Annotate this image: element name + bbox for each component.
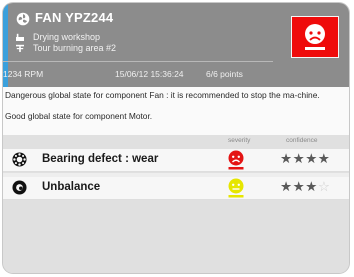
defect-row[interactable]: Unbalance ★★★☆ [3, 177, 349, 200]
motor-state-message: Good global state for component Motor. [5, 111, 153, 121]
workshop-icon [16, 33, 24, 41]
area-icon [16, 44, 24, 52]
severity-warning-icon [228, 178, 244, 198]
defect-row[interactable]: Bearing defect : wear ★★★★ [3, 149, 349, 172]
location-area: Tour burning area #2 [16, 43, 216, 53]
location-workshop: Drying workshop [16, 32, 216, 42]
fan-state-message: Dangerous global state for component Fan… [5, 90, 320, 100]
fan-icon [16, 12, 30, 26]
card-header: FAN YPZ244 Drying workshop Tour burning … [3, 3, 349, 87]
unbalance-icon [12, 180, 27, 195]
defect-label: Unbalance [42, 181, 101, 193]
confidence-rating: ★★★☆ [280, 179, 331, 195]
defect-label: Bearing defect : wear [42, 153, 159, 165]
confidence-rating: ★★★★ [280, 151, 331, 167]
empty-area [3, 201, 349, 273]
global-status-badge [291, 16, 339, 58]
severity-column-header: severity [228, 137, 251, 144]
measurement-timestamp: 15/06/12 15:36:24 [115, 69, 184, 79]
status-message: Dangerous global state for component Fan… [3, 87, 349, 135]
header-divider [3, 61, 273, 62]
rpm-value: 1234 RPM [3, 69, 44, 79]
bearing-icon [12, 152, 27, 167]
confidence-column-header: confidence [286, 137, 318, 144]
severity-critical-icon [228, 150, 244, 170]
sad-face-icon [305, 24, 325, 50]
machine-title: FAN YPZ244 [35, 10, 114, 25]
points-count: 6/6 points [206, 69, 243, 79]
machine-card[interactable]: FAN YPZ244 Drying workshop Tour burning … [3, 3, 349, 273]
